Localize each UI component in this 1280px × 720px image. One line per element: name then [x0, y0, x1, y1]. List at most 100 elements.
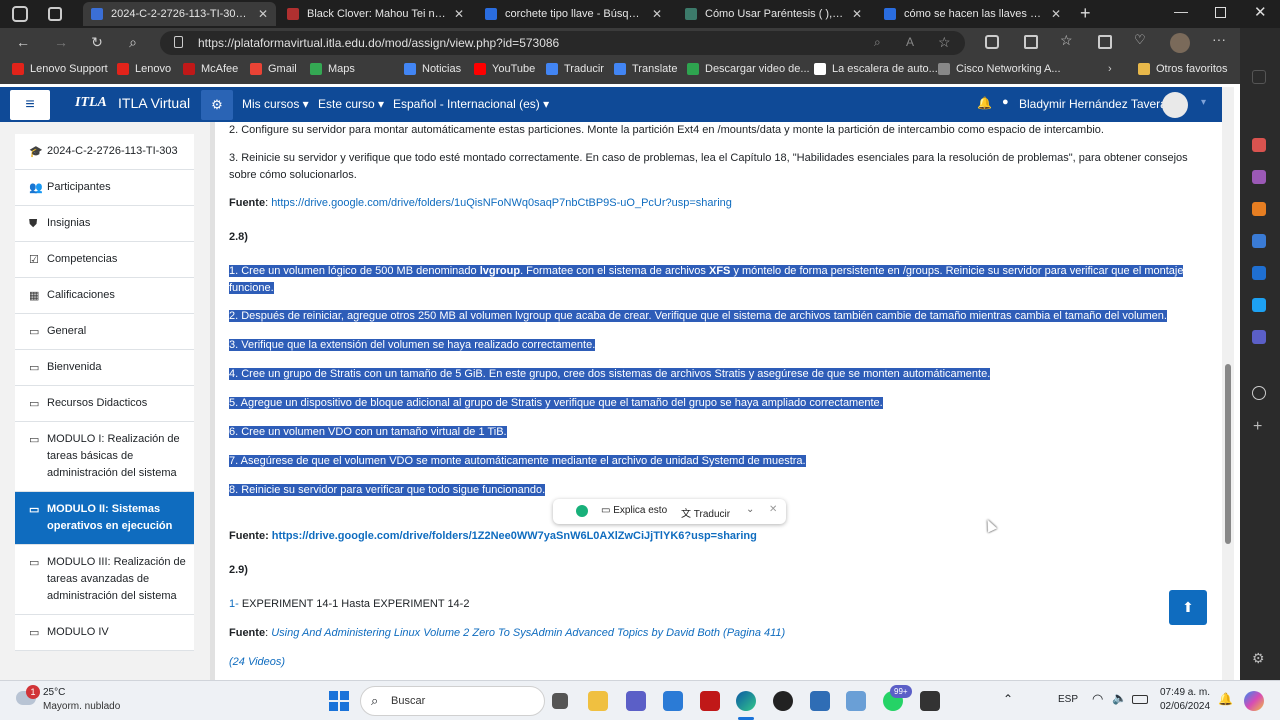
zoom-icon[interactable]: ⌕: [874, 35, 881, 50]
chatgpt-icon[interactable]: [1252, 386, 1266, 400]
teams-icon[interactable]: [626, 691, 646, 711]
browser-tab[interactable]: Black Clover: Mahou Tei no Ken✕: [279, 2, 472, 26]
close-tab-icon[interactable]: ✕: [652, 7, 662, 21]
notification-bell-icon[interactable]: 🔔: [1218, 692, 1233, 706]
explain-button[interactable]: ▭ Explica esto: [601, 505, 667, 516]
bookmark-item[interactable]: Gmail: [250, 63, 297, 75]
other-favorites[interactable]: Otros favoritos: [1138, 63, 1228, 75]
my-courses-menu[interactable]: Mis cursos ▾: [242, 97, 309, 111]
virtualbox-icon[interactable]: [810, 691, 830, 711]
sidebar-item[interactable]: ▭ MODULO II: Sistemas operativos en ejecu…: [15, 492, 194, 545]
bookmark-item[interactable]: Cisco Networking A...: [938, 63, 1061, 75]
profile-avatar[interactable]: [1170, 33, 1190, 53]
site-name[interactable]: ITLA Virtual: [118, 95, 190, 111]
read-aloud-icon[interactable]: A: [906, 35, 914, 49]
language-menu[interactable]: Español - Internacional (es) ▾: [393, 97, 549, 111]
more-options-icon[interactable]: ···: [1212, 31, 1226, 47]
drive-link-2[interactable]: https://drive.google.com/drive/folders/1…: [272, 530, 757, 542]
add-sidebar-app-icon[interactable]: +: [1253, 418, 1262, 436]
this-course-menu[interactable]: Este curso ▾: [318, 97, 384, 111]
close-tab-icon[interactable]: ✕: [454, 7, 464, 21]
bookmark-item[interactable]: La escalera de auto...: [814, 63, 938, 75]
bookmark-item[interactable]: Lenovo: [117, 63, 171, 75]
edge-icon[interactable]: [736, 691, 756, 711]
volume-icon[interactable]: 🔈: [1112, 691, 1127, 705]
bookmark-item[interactable]: Maps: [310, 63, 355, 75]
browser-tab[interactable]: Cómo Usar Paréntesis ( ), Corche✕: [677, 2, 870, 26]
m365-icon[interactable]: [1252, 234, 1266, 248]
refresh-icon[interactable]: ↻: [88, 34, 106, 51]
bookmark-item[interactable]: Translate: [614, 63, 677, 75]
sidebar-item[interactable]: 👥 Participantes: [15, 170, 194, 206]
send-icon[interactable]: [1252, 298, 1266, 312]
videos-link[interactable]: (24 Videos): [229, 654, 285, 671]
close-window-button[interactable]: ✕: [1254, 3, 1267, 21]
search-icon[interactable]: [1252, 70, 1266, 84]
favorites-icon[interactable]: ☆: [1060, 32, 1073, 49]
close-tab-icon[interactable]: ✕: [258, 7, 268, 21]
sidebar-item[interactable]: ▭ Bienvenida: [15, 350, 194, 386]
new-tab-button[interactable]: +: [1080, 3, 1091, 24]
browser-tab[interactable]: 2024-C-2-2726-113-TI-303: Labo✕: [83, 2, 276, 26]
weather-description[interactable]: Mayorm. nublado: [43, 701, 120, 712]
sidebar-item[interactable]: ▦ Calificaciones: [15, 278, 194, 314]
drive-link-1[interactable]: https://drive.google.com/drive/folders/1…: [271, 197, 732, 209]
minimize-button[interactable]: —: [1174, 3, 1188, 19]
tab-actions-icon[interactable]: [48, 7, 62, 21]
tools-icon[interactable]: [1252, 138, 1266, 152]
editor-icon[interactable]: [920, 691, 940, 711]
sidebar-item[interactable]: 🎓 2024-C-2-2726-113-TI-303: [15, 134, 194, 170]
sidebar-item[interactable]: ⛊ Insignias: [15, 206, 194, 242]
course-menu-toggle-button[interactable]: ⚙: [201, 90, 233, 120]
forward-icon[interactable]: →: [52, 34, 70, 50]
outlook-icon[interactable]: [1252, 266, 1266, 280]
bookmarks-overflow-icon[interactable]: ›: [1108, 63, 1112, 75]
split-screen-icon[interactable]: [1024, 35, 1038, 49]
task-view-icon[interactable]: [552, 693, 568, 709]
back-to-top-button[interactable]: ⬆: [1169, 590, 1207, 625]
start-button[interactable]: [329, 691, 349, 711]
user-name[interactable]: Bladymir Hernández Taveras: [1019, 97, 1173, 111]
extensions-icon[interactable]: [985, 35, 999, 49]
clock-time[interactable]: 07:49 a. m.: [1160, 687, 1210, 698]
sidebar-item[interactable]: ▭ General: [15, 314, 194, 350]
close-icon[interactable]: ✕: [769, 504, 777, 515]
mcafee-icon[interactable]: [700, 691, 720, 711]
sidebar-item[interactable]: ☑ Competencias: [15, 242, 194, 278]
photos-icon[interactable]: [846, 691, 866, 711]
translate-button[interactable]: 文 Traducir: [681, 505, 730, 520]
page-scrollbar[interactable]: [1222, 87, 1234, 680]
messages-icon[interactable]: ●: [1002, 96, 1009, 108]
user-menu-chevron-icon[interactable]: ▾: [1201, 97, 1206, 108]
sidebar-item[interactable]: ▭ MODULO I: Realización de tareas básicas…: [15, 422, 194, 492]
games-icon[interactable]: [1252, 170, 1266, 184]
back-icon[interactable]: ←: [14, 34, 32, 50]
close-tab-icon[interactable]: ✕: [852, 7, 862, 21]
chevron-up-icon[interactable]: ⌃: [1003, 692, 1013, 706]
search-icon[interactable]: ⌕: [124, 34, 142, 51]
sidebar-settings-icon[interactable]: ⚙: [1252, 650, 1265, 667]
clock-date[interactable]: 02/06/2024: [1160, 701, 1210, 712]
sidebar-item[interactable]: ▭ MODULO IV: [15, 615, 194, 651]
github-icon[interactable]: [773, 691, 793, 711]
bookmark-item[interactable]: Noticias: [404, 63, 461, 75]
book-link[interactable]: Using And Administering Linux Volume 2 Z…: [271, 627, 785, 639]
collections-icon[interactable]: [1098, 35, 1112, 49]
favorite-star-icon[interactable]: ☆: [938, 34, 951, 51]
lock-icon[interactable]: [174, 36, 183, 48]
language-indicator[interactable]: ESP: [1058, 694, 1078, 705]
bookmark-item[interactable]: Lenovo Support: [12, 63, 108, 75]
bookmark-item[interactable]: Descargar video de...: [687, 63, 810, 75]
battery-icon[interactable]: [1132, 695, 1148, 704]
bookmark-item[interactable]: Traducir: [546, 63, 604, 75]
close-tab-icon[interactable]: ✕: [1051, 7, 1061, 21]
chevron-down-icon[interactable]: ⌄: [746, 504, 754, 515]
bookmark-item[interactable]: YouTube: [474, 63, 535, 75]
performance-icon[interactable]: ♡: [1134, 32, 1146, 48]
office-icon[interactable]: [1252, 202, 1266, 216]
scrollbar-thumb[interactable]: [1225, 364, 1231, 544]
bookmark-item[interactable]: McAfee: [183, 63, 238, 75]
workspaces-icon[interactable]: [12, 6, 28, 22]
browser-tab[interactable]: cómo se hacen las llaves en el te✕: [876, 2, 1069, 26]
taskbar-search-box[interactable]: ⌕ Buscar: [360, 686, 545, 716]
